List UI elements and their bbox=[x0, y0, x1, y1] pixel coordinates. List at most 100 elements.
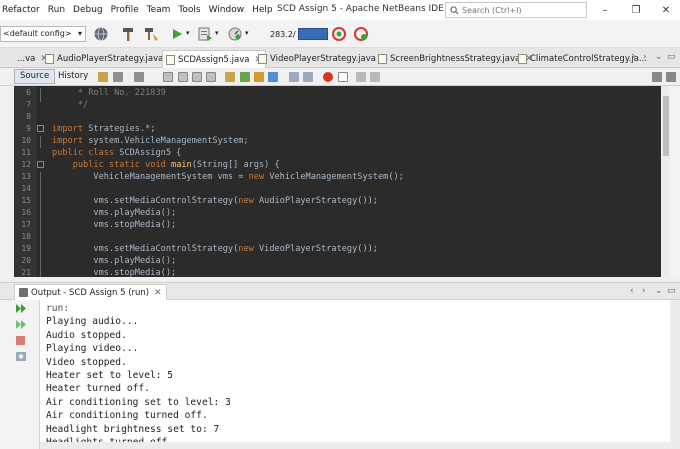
tab-label: ClimateControlStrategy.ja... bbox=[530, 54, 648, 64]
output-line: Air conditioning set to level: 3 bbox=[46, 396, 231, 408]
search-input[interactable] bbox=[462, 5, 582, 15]
uncomment-icon[interactable] bbox=[370, 72, 380, 82]
prev-bookmark-icon[interactable] bbox=[240, 72, 250, 82]
gc-icon[interactable] bbox=[352, 25, 370, 43]
split-icon[interactable] bbox=[652, 72, 662, 82]
memory-text: 283.2/ bbox=[270, 29, 296, 39]
chevron-down-icon[interactable]: ▾ bbox=[186, 29, 190, 37]
chevron-right-icon[interactable]: › bbox=[642, 286, 646, 296]
config-select-value: <default config> bbox=[3, 29, 72, 38]
output-console[interactable]: run: Playing audio... Audio stopped. Pla… bbox=[40, 300, 670, 449]
java-file-icon bbox=[258, 54, 267, 64]
tab-screen-brightness-strategy[interactable]: ScreenBrightnessStrategy.java ✕ bbox=[375, 50, 536, 68]
code-line: 9 import Strategies.*; bbox=[26, 124, 156, 134]
code-editor[interactable]: 6 * Roll No. 221839 7 */ 8 9 import Strat… bbox=[14, 86, 661, 277]
chevron-left-icon[interactable]: ‹ bbox=[630, 286, 634, 296]
chevron-down-icon: ▾ bbox=[77, 29, 82, 38]
code-line: 16 vms.playMedia(); bbox=[21, 208, 177, 218]
close-window-button[interactable]: ✕ bbox=[659, 3, 673, 17]
toggle-bookmark-icon[interactable] bbox=[268, 72, 278, 82]
maximize-button[interactable]: ❐ bbox=[629, 3, 643, 17]
config-select[interactable]: <default config> ▾ bbox=[0, 26, 86, 42]
output-horizontal-scrollbar[interactable] bbox=[40, 442, 670, 449]
settings-icon[interactable] bbox=[15, 351, 27, 362]
tab-video-player-strategy[interactable]: VideoPlayerStrategy.java ✕ bbox=[255, 50, 392, 68]
output-tab-label: Output - SCD Assign 5 (run) bbox=[31, 287, 150, 298]
fold-toggle-icon[interactable] bbox=[37, 125, 44, 132]
tab-scd-assign5[interactable]: SCDAssign5.java ✕ bbox=[162, 50, 267, 68]
profile-icon[interactable] bbox=[226, 25, 244, 43]
chevron-left-icon[interactable]: ‹ bbox=[632, 52, 636, 62]
code-line: 18 bbox=[21, 232, 31, 241]
shift-right-icon[interactable] bbox=[303, 72, 313, 82]
code-line: 19 vms.setMediaControlStrategy(new Video… bbox=[21, 244, 378, 254]
output-line: Air conditioning turned off. bbox=[46, 410, 208, 422]
scrollbar-thumb[interactable] bbox=[663, 96, 669, 156]
toggle-highlight-icon[interactable] bbox=[206, 72, 216, 82]
output-line: run: bbox=[46, 303, 70, 314]
window-menu-icon[interactable]: ⌄ bbox=[655, 286, 663, 296]
chevron-right-icon[interactable]: › bbox=[643, 52, 647, 62]
find-icon[interactable] bbox=[163, 72, 173, 82]
tab-climate-control-strategy[interactable]: ClimateControlStrategy.ja... bbox=[515, 50, 650, 68]
gc-icon[interactable] bbox=[330, 25, 348, 43]
maximize-icon[interactable]: ▭ bbox=[667, 52, 676, 62]
chevron-down-icon[interactable]: ▾ bbox=[245, 29, 249, 37]
menu-tools[interactable]: Tools bbox=[176, 5, 206, 15]
tab-label: ScreenBrightnessStrategy.java bbox=[390, 54, 521, 64]
source-button[interactable]: Source bbox=[14, 69, 56, 84]
java-file-icon bbox=[518, 54, 527, 64]
memory-meter[interactable]: 283.2/ bbox=[270, 26, 328, 42]
hammer-icon[interactable] bbox=[119, 25, 137, 43]
code-line: 12 public static void main(String[] args… bbox=[21, 160, 280, 170]
code-line: 8 bbox=[26, 112, 31, 121]
menu-window[interactable]: Window bbox=[207, 5, 251, 15]
menu-profile[interactable]: Profile bbox=[109, 5, 145, 15]
menu-refactor[interactable]: Refactor bbox=[0, 5, 46, 15]
fold-toggle-icon[interactable] bbox=[37, 161, 44, 168]
find-next-icon[interactable] bbox=[192, 72, 202, 82]
search-box[interactable] bbox=[445, 2, 587, 18]
menu-team[interactable]: Team bbox=[145, 5, 177, 15]
rerun-with-params-icon[interactable] bbox=[15, 319, 27, 330]
window-title: SCD Assign 5 - Apache NetBeans IDE 20 bbox=[277, 4, 459, 14]
close-icon[interactable]: ✕ bbox=[154, 288, 162, 298]
last-edit-icon[interactable] bbox=[98, 72, 108, 82]
clean-build-icon[interactable] bbox=[142, 25, 160, 43]
comment-icon[interactable] bbox=[356, 72, 366, 82]
menu-help[interactable]: Help bbox=[250, 5, 279, 15]
shift-left-icon[interactable] bbox=[289, 72, 299, 82]
tab-audio-player-strategy[interactable]: AudioPlayerStrategy.java ✕ bbox=[42, 50, 179, 68]
debug-icon[interactable] bbox=[196, 25, 214, 43]
output-actions bbox=[0, 300, 40, 449]
next-bookmark-icon[interactable] bbox=[254, 72, 264, 82]
run-icon[interactable] bbox=[168, 25, 186, 43]
code-line: 20 vms.playMedia(); bbox=[21, 256, 177, 266]
maximize-icon[interactable]: ▭ bbox=[667, 286, 676, 296]
history-button[interactable]: History bbox=[52, 69, 94, 84]
rectangular-selection-icon[interactable] bbox=[225, 72, 235, 82]
output-line: Audio stopped. bbox=[46, 329, 127, 341]
menu-run[interactable]: Run bbox=[46, 5, 71, 15]
tab-list-icon[interactable]: ⌄ bbox=[655, 52, 663, 62]
minimize-button[interactable]: – bbox=[598, 3, 612, 17]
editor-scrollbar[interactable] bbox=[662, 86, 670, 277]
java-file-icon bbox=[45, 54, 54, 64]
chevron-down-icon[interactable]: ▾ bbox=[215, 29, 219, 37]
forward-icon[interactable] bbox=[134, 72, 144, 82]
globe-icon[interactable] bbox=[92, 25, 110, 43]
rerun-icon[interactable] bbox=[15, 303, 27, 314]
output-line: Video stopped. bbox=[46, 356, 127, 368]
output-scrollbar[interactable] bbox=[670, 300, 680, 449]
code-line: 10 import system.VehicleManagementSystem; bbox=[21, 136, 249, 146]
menu-debug[interactable]: Debug bbox=[71, 5, 109, 15]
back-icon[interactable] bbox=[113, 72, 123, 82]
tab-label: VideoPlayerStrategy.java bbox=[270, 54, 376, 64]
record-macro-icon[interactable] bbox=[323, 72, 333, 82]
find-prev-icon[interactable] bbox=[178, 72, 188, 82]
stop-icon[interactable] bbox=[15, 335, 27, 346]
code-line: 11 public class SCDAssign5 { bbox=[21, 148, 182, 158]
tab-output[interactable]: Output - SCD Assign 5 (run) ✕ bbox=[14, 284, 167, 300]
add-icon[interactable] bbox=[666, 72, 676, 82]
stop-macro-icon[interactable] bbox=[338, 72, 348, 82]
